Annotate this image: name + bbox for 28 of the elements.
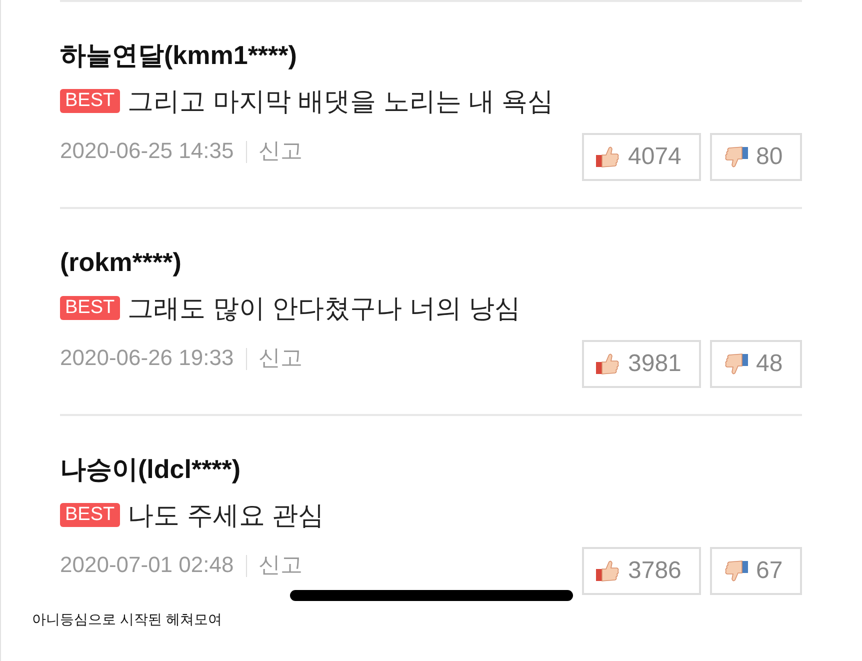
comment-author: 나승이(ldcl****) (60, 453, 242, 486)
comment-author: (rokm****) (60, 246, 182, 279)
best-badge: BEST (60, 89, 120, 113)
dislike-button[interactable]: 80 (710, 133, 802, 181)
thumbs-down-icon (724, 560, 748, 582)
report-link[interactable]: 신고 (258, 136, 303, 166)
like-button[interactable]: 3981 (582, 340, 701, 388)
caption-text: 아니등심으로 시작된 헤쳐모여 (32, 610, 223, 628)
thumbs-up-icon (596, 560, 620, 582)
thumbs-down-icon (724, 146, 748, 168)
comment-date: 2020-06-26 19:33 (60, 344, 234, 372)
thumbs-up-icon (596, 146, 620, 168)
like-button[interactable]: 3786 (582, 547, 701, 595)
dislike-button[interactable]: 67 (710, 547, 802, 595)
dislike-button[interactable]: 48 (710, 340, 802, 388)
comment-date: 2020-06-25 14:35 (60, 137, 234, 165)
comment-text: 그래도 많이 안다쳤구나 너의 낭심 (128, 292, 521, 324)
comment-text: 나도 주세요 관심 (128, 498, 324, 532)
report-link[interactable]: 신고 (258, 343, 303, 373)
report-link[interactable]: 신고 (258, 550, 303, 580)
best-badge: BEST (60, 503, 120, 527)
best-badge: BEST (60, 296, 120, 320)
comment-text: 그리고 마지막 배댓을 노리는 내 욕심 (128, 84, 554, 118)
thumbs-down-icon (724, 353, 748, 375)
like-button[interactable]: 4074 (582, 133, 701, 181)
comment-author: 하늘연달(kmm1****) (60, 39, 298, 72)
thumbs-up-icon (596, 353, 620, 375)
comment-date: 2020-07-01 02:48 (60, 551, 234, 579)
